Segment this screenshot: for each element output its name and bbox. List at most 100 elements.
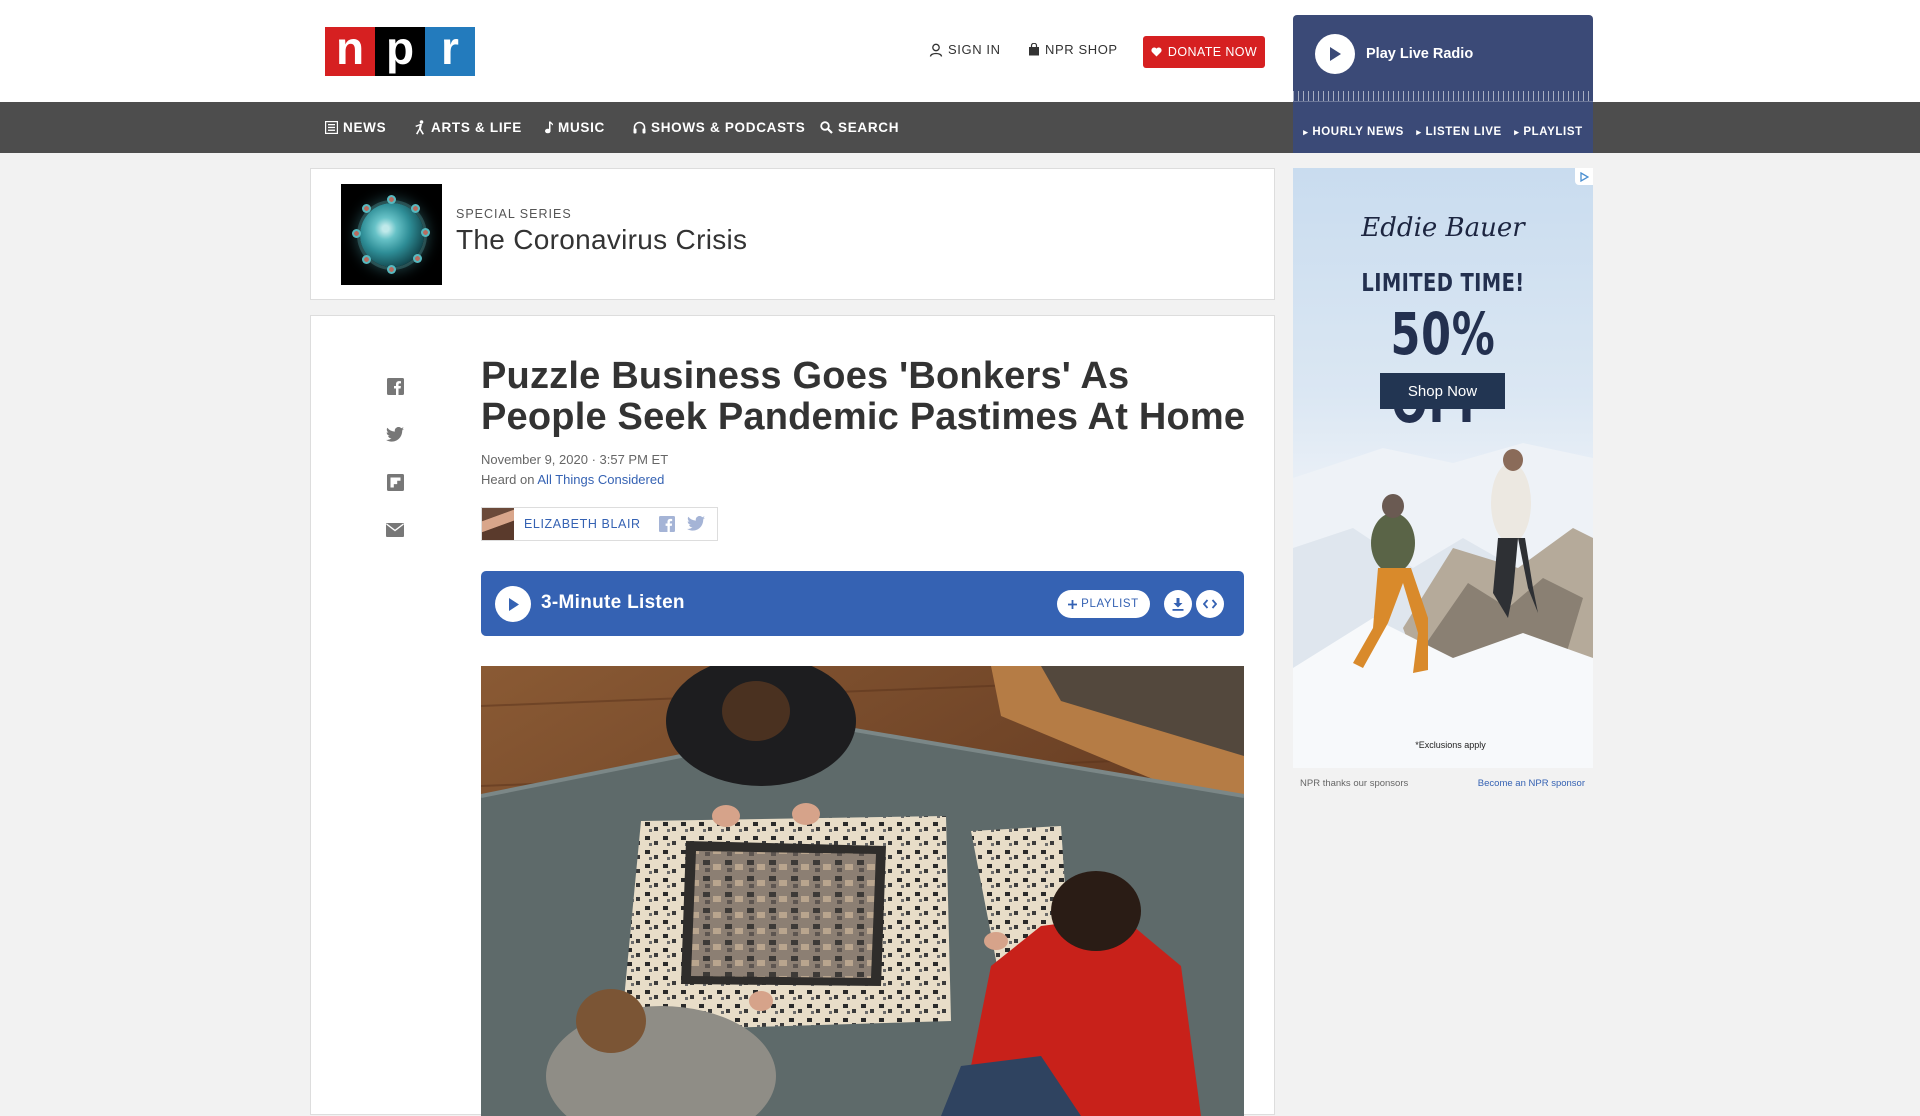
hourly-news-link[interactable]: HOURLY NEWS <box>1303 126 1404 138</box>
virus-spike <box>362 204 371 213</box>
shopping-bag-icon <box>1029 43 1039 56</box>
special-series-banner: SPECIAL SERIES The Coronavirus Crisis <box>310 168 1275 300</box>
search-icon <box>820 121 833 134</box>
headphones-icon <box>633 121 646 134</box>
facebook-icon <box>386 377 404 395</box>
arts-icon <box>415 120 424 135</box>
logo-letter-n: n <box>325 25 375 76</box>
sponsor-thanks: NPR thanks our sponsors <box>1300 778 1409 789</box>
user-icon <box>929 43 943 57</box>
sign-in-label: SIGN IN <box>948 42 1001 57</box>
coronavirus-thumbnail[interactable] <box>341 184 442 285</box>
article-headline: Puzzle Business Goes 'Bonkers' As People… <box>481 355 1246 438</box>
audio-title: 3-Minute Listen <box>541 592 685 613</box>
nav-news-label: NEWS <box>343 120 387 135</box>
npr-logo[interactable]: n p r <box>325 25 475 76</box>
play-icon <box>1330 47 1341 61</box>
flipboard-icon <box>386 473 404 491</box>
play-icon <box>508 597 519 611</box>
ad-offer: 50% OFF* <box>1332 300 1554 436</box>
become-sponsor-link[interactable]: Become an NPR sponsor <box>1478 778 1585 789</box>
donate-now-button[interactable]: DONATE NOW <box>1143 36 1265 68</box>
author-facebook-link[interactable] <box>659 516 675 537</box>
nav-item-shows-podcasts[interactable]: SHOWS & PODCASTS <box>633 102 805 153</box>
nav-item-arts-life[interactable]: ARTS & LIFE <box>414 102 522 153</box>
nav-item-music[interactable]: MUSIC <box>544 102 605 153</box>
virus-spike <box>387 265 396 274</box>
npr-shop-label: NPR SHOP <box>1045 42 1118 57</box>
share-flipboard[interactable] <box>385 472 405 492</box>
share-email[interactable] <box>385 520 405 540</box>
donate-now-label: DONATE NOW <box>1167 45 1258 59</box>
play-live-radio-button[interactable] <box>1315 34 1355 74</box>
playlist-label: PLAYLIST <box>1081 598 1139 610</box>
virus-spike <box>411 204 420 213</box>
logo-letter-r: r <box>425 25 475 76</box>
adchoices-triangle-icon <box>1580 171 1589 182</box>
ad-headline: LIMITED TIME! <box>1361 268 1525 297</box>
nav-arts-label: ARTS & LIFE <box>431 120 522 135</box>
playlist-link[interactable]: PLAYLIST <box>1514 126 1582 138</box>
author-name-link[interactable]: ELIZABETH BLAIR <box>524 517 641 531</box>
logo-letter-p: p <box>375 25 425 76</box>
author-twitter-link[interactable] <box>687 516 705 536</box>
listen-live-link[interactable]: LISTEN LIVE <box>1416 126 1502 138</box>
adchoices-icon[interactable] <box>1575 168 1593 185</box>
plus-icon <box>1068 599 1078 609</box>
twitter-icon <box>386 426 404 442</box>
email-icon <box>386 523 404 537</box>
nav-item-news[interactable]: NEWS <box>325 102 386 153</box>
site-header: n p r SIGN IN NPR SHOP DONATE NOW <box>0 0 1920 102</box>
add-to-playlist-button[interactable]: PLAYLIST <box>1057 590 1150 618</box>
virus-spike <box>352 229 361 238</box>
series-title[interactable]: The Coronavirus Crisis <box>456 224 747 256</box>
download-icon <box>1172 597 1184 611</box>
facebook-icon <box>659 516 675 532</box>
ad-shop-now-button[interactable]: Shop Now <box>1380 373 1505 409</box>
author-byline: ELIZABETH BLAIR <box>481 507 718 541</box>
waveform-baseline <box>1293 101 1593 102</box>
ad-brand-logo: Eddie Bauer <box>1361 213 1525 243</box>
main-navigation: NEWS ARTS & LIFE MUSIC SHOWS & PODCASTS … <box>0 102 1920 153</box>
heard-on-show-link[interactable]: All Things Considered <box>537 472 664 487</box>
heart-icon <box>1151 47 1162 57</box>
virus-spike <box>362 255 371 264</box>
download-button[interactable] <box>1164 590 1192 618</box>
audio-player: 3-Minute Listen PLAYLIST <box>481 571 1244 636</box>
virus-spike <box>413 254 422 263</box>
ad-disclaimer: *Exclusions apply <box>1415 740 1486 750</box>
heard-on: Heard on All Things Considered <box>481 472 664 487</box>
embed-code-icon <box>1203 599 1217 609</box>
twitter-icon <box>687 516 705 531</box>
nav-item-search[interactable]: SEARCH <box>820 102 899 153</box>
virus-spike <box>421 228 430 237</box>
live-radio-panel: Play Live Radio HOURLY NEWS LISTEN LIVE … <box>1293 15 1593 153</box>
article-date: November 9, 2020 · 3:57 PM ET <box>481 452 669 467</box>
news-icon <box>325 121 338 134</box>
play-live-radio[interactable]: Play Live Radio <box>1315 34 1473 74</box>
music-note-icon <box>545 121 553 134</box>
ad-offer-text: 50% OFF <box>1390 300 1496 436</box>
heard-on-prefix: Heard on <box>481 472 535 487</box>
share-facebook[interactable] <box>385 376 405 396</box>
series-kicker: SPECIAL SERIES <box>456 207 572 221</box>
article-card: Puzzle Business Goes 'Bonkers' As People… <box>310 315 1275 1116</box>
puzzle-family-photo <box>481 666 1244 1116</box>
audio-play-button[interactable] <box>495 586 531 622</box>
audio-waveform <box>1293 87 1593 101</box>
live-radio-links: HOURLY NEWS LISTEN LIVE PLAYLIST <box>1293 111 1593 153</box>
sponsor-bar: NPR thanks our sponsors Become an NPR sp… <box>1293 772 1593 792</box>
ad-hikers-image <box>1293 443 1593 768</box>
article-photo[interactable] <box>481 666 1244 1116</box>
nav-search-label: SEARCH <box>838 120 900 135</box>
npr-shop-link[interactable]: NPR SHOP <box>1028 42 1118 57</box>
play-live-radio-label: Play Live Radio <box>1366 46 1474 62</box>
sign-in-link[interactable]: SIGN IN <box>929 42 1001 57</box>
nav-shows-label: SHOWS & PODCASTS <box>651 120 806 135</box>
eddie-bauer-ad[interactable]: Eddie Bauer LIMITED TIME! 50% OFF* Shop … <box>1293 168 1593 768</box>
nav-music-label: MUSIC <box>558 120 605 135</box>
author-avatar[interactable] <box>482 508 514 540</box>
embed-button[interactable] <box>1196 590 1224 618</box>
share-twitter[interactable] <box>385 424 405 444</box>
virus-spike <box>387 195 396 204</box>
